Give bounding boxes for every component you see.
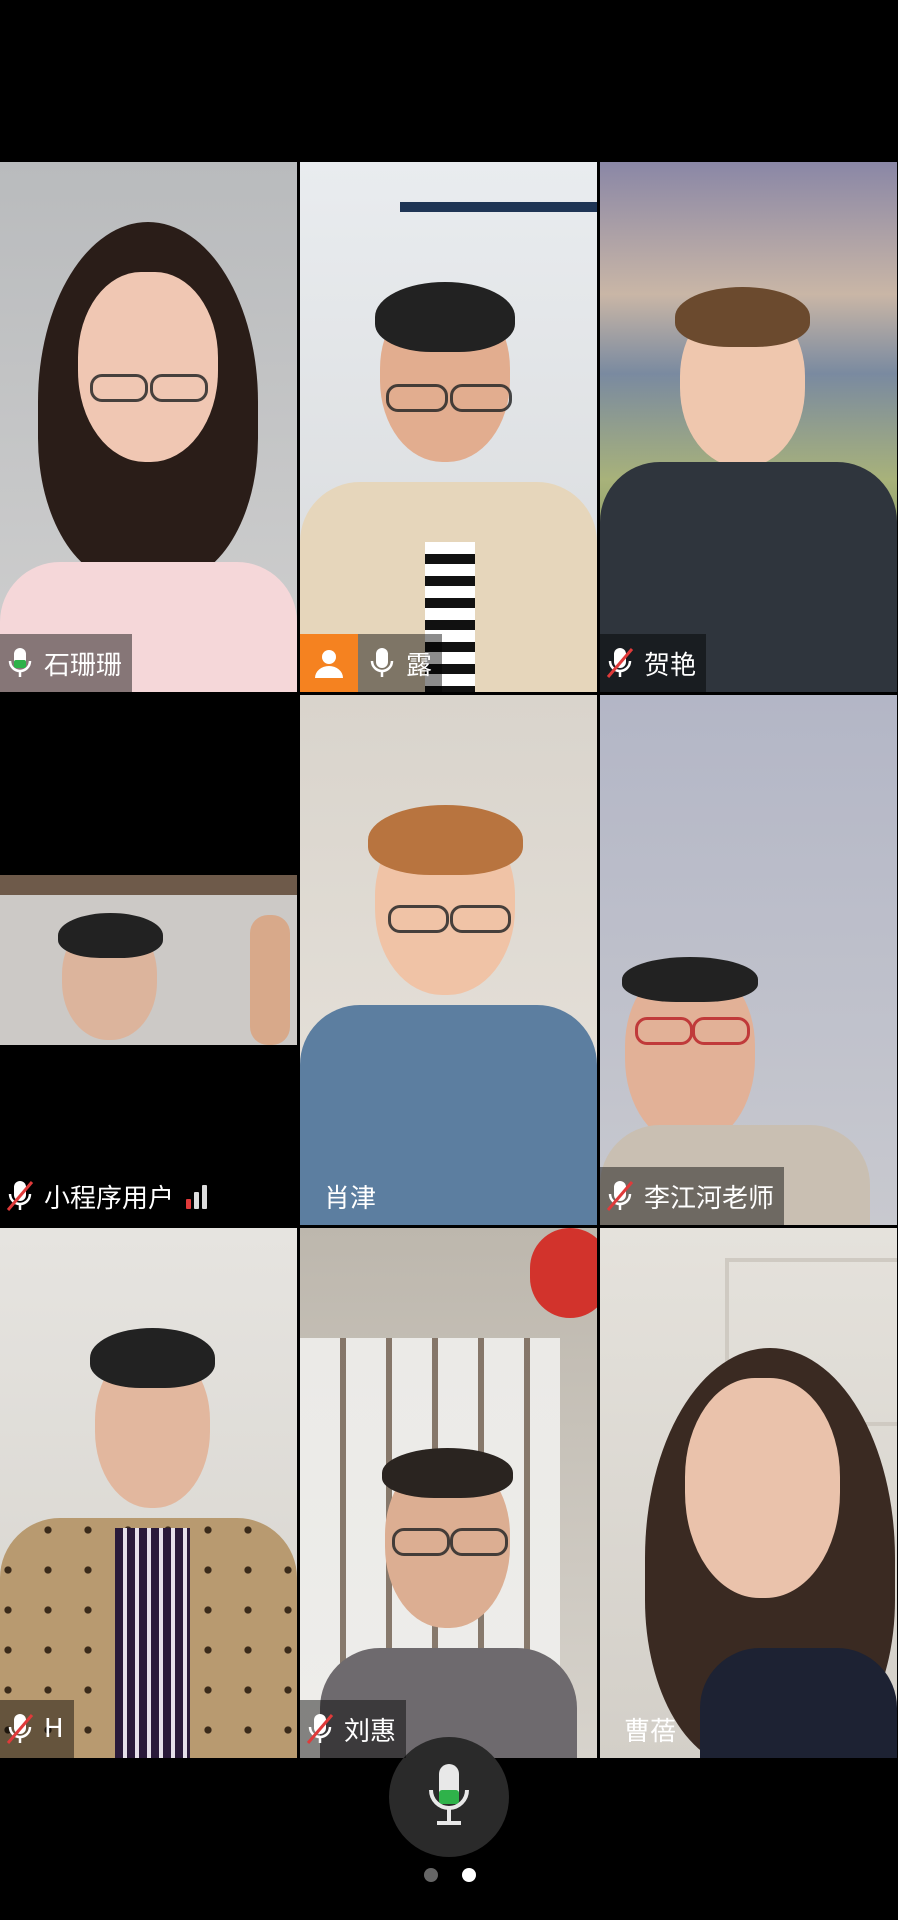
participant-name: 贺艳 [644, 650, 697, 681]
microphone-icon [425, 1760, 473, 1834]
participant-video [600, 1228, 897, 1758]
participant-name: 石珊珊 [44, 650, 123, 681]
participant-video [300, 162, 597, 692]
microphone-on-icon [362, 634, 402, 692]
participant-tile[interactable]: 刘惠 [300, 1228, 597, 1758]
participant-tile[interactable]: 肖津 [300, 695, 597, 1225]
microphone-button[interactable] [389, 1737, 509, 1857]
participant-name: 刘惠 [344, 1716, 397, 1747]
participant-video [0, 875, 297, 1045]
participant-tile[interactable]: 贺艳 [600, 162, 897, 692]
participant-video [0, 162, 297, 692]
microphone-muted-icon [0, 1700, 40, 1758]
participant-tile[interactable]: H [0, 1228, 297, 1758]
participant-label: 刘惠 [300, 1700, 407, 1758]
microphone-muted-icon [600, 634, 640, 692]
participant-label: 石珊珊 [0, 634, 133, 692]
participant-tile[interactable]: 曹蓓 [600, 1228, 897, 1758]
participant-name: 露 [406, 650, 433, 681]
participant-video [600, 695, 897, 1225]
participant-tile[interactable]: 石珊珊 [0, 162, 297, 692]
participant-label: 曹蓓 [600, 1700, 686, 1758]
participant-tile[interactable]: 李江河老师 [600, 695, 897, 1225]
participant-name: 小程序用户 [44, 1183, 175, 1214]
participant-label: 小程序用户 [0, 1167, 217, 1225]
participant-name: 肖津 [324, 1183, 377, 1214]
participant-name: 李江河老师 [644, 1183, 775, 1214]
participant-label: 肖津 [300, 1167, 386, 1225]
page-indicator [424, 1868, 476, 1882]
page-dot-current[interactable] [462, 1868, 476, 1882]
participant-video [0, 1228, 297, 1758]
participant-label: 贺艳 [600, 634, 707, 692]
page-dot[interactable] [424, 1868, 438, 1882]
participant-video [600, 162, 897, 692]
microphone-muted-icon [0, 1167, 40, 1225]
microphone-on-icon [0, 634, 40, 692]
participant-video [300, 1228, 597, 1758]
video-grid: 石珊珊 露 贺艳 小程序用户 肖津 李江河老师 H 刘惠 曹蓓 [0, 162, 898, 1758]
participant-label: 李江河老师 [600, 1167, 785, 1225]
person-icon [300, 634, 358, 692]
participant-tile[interactable]: 小程序用户 [0, 695, 297, 1225]
participant-tile[interactable]: 露 [300, 162, 597, 692]
participant-video [300, 695, 597, 1225]
participant-name: 曹蓓 [624, 1716, 677, 1747]
participant-name: H [44, 1714, 64, 1744]
microphone-muted-icon [300, 1700, 340, 1758]
participant-label: H [0, 1700, 74, 1758]
microphone-muted-icon [600, 1167, 640, 1225]
participant-label: 露 [300, 634, 443, 692]
signal-strength-icon [186, 1183, 208, 1209]
